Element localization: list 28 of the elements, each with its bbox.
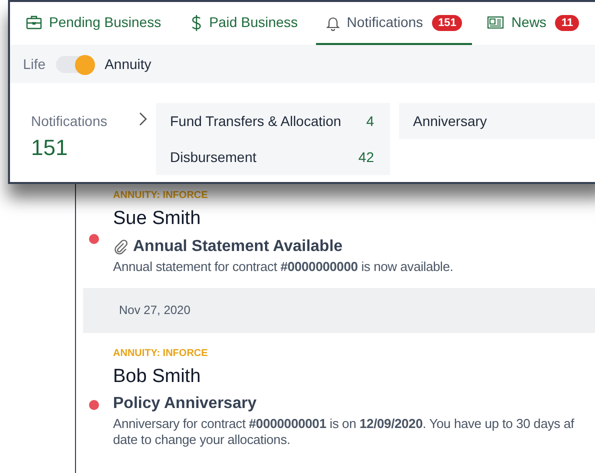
- category-tag: ANNUITY: INFORCE: [113, 346, 208, 360]
- tab[interactable]: Pending Business: [16, 2, 172, 45]
- product-toggle[interactable]: [56, 56, 93, 73]
- notification-text: Anniversary for contract #0000000001 is on 12/09/2020. You have up to 30 days af: [113, 416, 574, 432]
- category-item[interactable]: Fund Transfers & Allocation 4: [156, 103, 390, 139]
- customer-name: Bob Smith: [113, 364, 201, 388]
- count-badge: 11: [555, 14, 580, 30]
- category-tag: ANNUITY: INFORCE: [113, 188, 208, 203]
- briefcase-icon: [26, 15, 42, 30]
- category-item[interactable]: Disbursement 42: [156, 139, 390, 175]
- count-badge: 151: [432, 14, 462, 30]
- newspaper-icon: [487, 16, 504, 29]
- dollar-icon: [191, 14, 202, 32]
- notification-title: Annual Statement Available: [133, 236, 343, 256]
- toggle-label: Life: [23, 55, 46, 74]
- category-item[interactable]: Anniversary: [399, 103, 595, 139]
- customer-name: Sue Smith: [113, 207, 201, 231]
- tab[interactable]: News 11: [477, 2, 590, 45]
- summary-label: Notifications: [31, 112, 108, 131]
- tab[interactable]: Paid Business: [181, 2, 308, 45]
- notification-text: Annual statement for contract #0000000000 is now available.: [113, 258, 454, 274]
- toggle-label: Annuity: [104, 55, 152, 74]
- date-label: Nov 27, 2020: [119, 302, 190, 319]
- chevron-right-icon: [138, 111, 148, 127]
- summary-count: 151: [31, 134, 69, 162]
- notification-text: date to change your allocations.: [113, 432, 290, 448]
- bell-icon: [326, 14, 340, 30]
- notification-title: Policy Anniversary: [113, 394, 256, 414]
